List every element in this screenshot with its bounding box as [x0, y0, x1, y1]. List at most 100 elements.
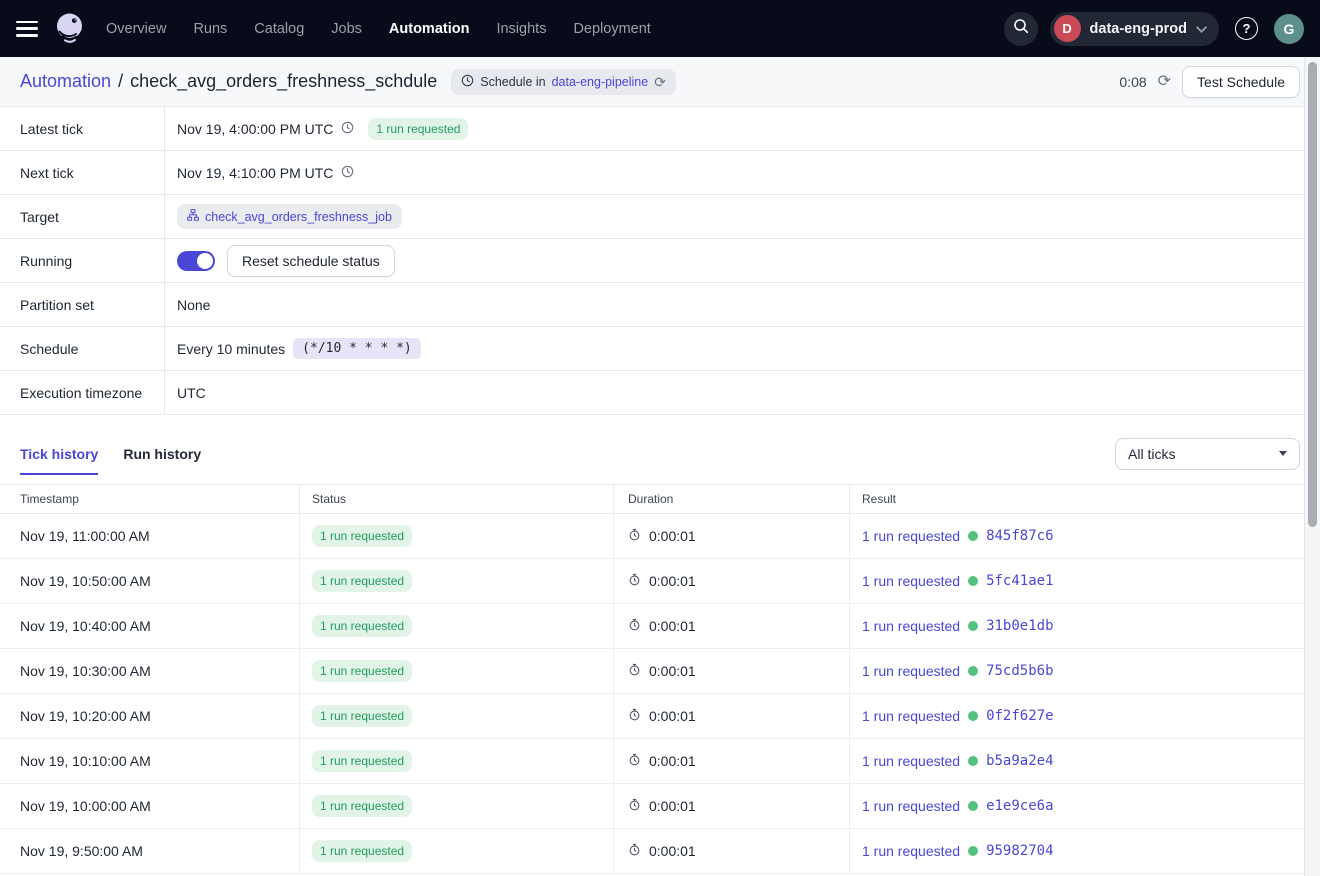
workspace-name: data-eng-prod — [1090, 21, 1187, 37]
job-graph-icon — [187, 209, 199, 224]
schedule-description: Every 10 minutes — [177, 341, 285, 357]
search-icon — [1012, 17, 1030, 40]
run-id-link[interactable]: e1e9ce6a — [986, 798, 1053, 814]
run-success-dot-icon — [968, 846, 978, 856]
menu-icon[interactable] — [16, 21, 38, 37]
run-requested-link[interactable]: 1 run requested — [862, 843, 960, 859]
detail-row-schedule: Schedule Every 10 minutes (*/10 * * * *) — [0, 327, 1320, 371]
detail-row-target: Target check_avg_orders_freshness_job — [0, 195, 1320, 239]
help-icon[interactable]: ? — [1235, 17, 1258, 40]
run-id-link[interactable]: 95982704 — [986, 843, 1053, 859]
nav-links: Overview Runs Catalog Jobs Automation In… — [106, 21, 651, 37]
run-success-dot-icon — [968, 711, 978, 721]
table-row: Nov 19, 10:50:00 AM 1 run requested 0:00… — [0, 559, 1304, 604]
tick-status-badge: 1 run requested — [312, 525, 412, 547]
tick-timestamp: Nov 19, 11:00:00 AM — [20, 528, 150, 544]
workspace-switcher[interactable]: D data-eng-prod — [1050, 12, 1219, 46]
nav-item-automation[interactable]: Automation — [389, 21, 470, 37]
tick-duration: 0:00:01 — [649, 798, 696, 814]
nav-right-group: D data-eng-prod ? G — [1004, 12, 1304, 46]
stopwatch-icon — [628, 753, 641, 769]
tick-duration: 0:00:01 — [649, 663, 696, 679]
clock-icon — [341, 165, 354, 181]
run-id-link[interactable]: 0f2f627e — [986, 708, 1053, 724]
latest-tick-time: Nov 19, 4:00:00 PM UTC — [177, 121, 333, 137]
stopwatch-icon — [628, 528, 641, 544]
page-title: check_avg_orders_freshness_schdule — [130, 71, 437, 92]
chevron-down-icon — [1196, 20, 1207, 38]
latest-tick-status-badge: 1 run requested — [368, 118, 468, 140]
schedule-location-badge: Schedule in data-eng-pipeline ⟳ — [451, 69, 676, 95]
detail-row-partition-set: Partition set None — [0, 283, 1320, 327]
tick-duration: 0:00:01 — [649, 618, 696, 634]
run-id-link[interactable]: b5a9a2e4 — [986, 753, 1053, 769]
schedule-label: Schedule — [0, 327, 165, 370]
search-button[interactable] — [1004, 12, 1038, 46]
nav-item-overview[interactable]: Overview — [106, 21, 166, 37]
table-row: Nov 19, 10:30:00 AM 1 run requested 0:00… — [0, 649, 1304, 694]
run-success-dot-icon — [968, 756, 978, 766]
stopwatch-icon — [628, 843, 641, 859]
running-toggle[interactable] — [177, 251, 215, 271]
col-header-result: Result — [850, 485, 1304, 513]
run-id-link[interactable]: 5fc41ae1 — [986, 573, 1053, 589]
caret-down-icon — [1279, 451, 1287, 456]
top-nav: Overview Runs Catalog Jobs Automation In… — [0, 0, 1320, 57]
next-tick-time: Nov 19, 4:10:00 PM UTC — [177, 165, 333, 181]
tick-status-badge: 1 run requested — [312, 795, 412, 817]
nav-item-jobs[interactable]: Jobs — [331, 21, 362, 37]
run-requested-link[interactable]: 1 run requested — [862, 573, 960, 589]
run-requested-link[interactable]: 1 run requested — [862, 618, 960, 634]
scrollbar-track[interactable] — [1304, 58, 1320, 876]
tick-status-badge: 1 run requested — [312, 660, 412, 682]
run-requested-link[interactable]: 1 run requested — [862, 753, 960, 769]
tab-tick-history[interactable]: Tick history — [20, 446, 98, 475]
running-label: Running — [0, 239, 165, 282]
tick-duration: 0:00:01 — [649, 528, 696, 544]
tick-timestamp: Nov 19, 10:10:00 AM — [20, 753, 151, 769]
partition-set-value: None — [177, 297, 210, 313]
stopwatch-icon — [628, 708, 641, 724]
latest-tick-label: Latest tick — [0, 107, 165, 150]
scrollbar-thumb[interactable] — [1308, 62, 1317, 527]
run-success-dot-icon — [968, 621, 978, 631]
target-label: Target — [0, 195, 165, 238]
run-requested-link[interactable]: 1 run requested — [862, 798, 960, 814]
repo-link[interactable]: data-eng-pipeline — [552, 75, 649, 89]
badge-prefix: Schedule in — [480, 75, 545, 89]
table-row: Nov 19, 11:00:00 AM 1 run requested 0:00… — [0, 514, 1304, 559]
reload-repo-icon[interactable]: ⟳ — [654, 75, 666, 89]
run-id-link[interactable]: 75cd5b6b — [986, 663, 1053, 679]
detail-row-timezone: Execution timezone UTC — [0, 371, 1320, 415]
nav-item-insights[interactable]: Insights — [496, 21, 546, 37]
table-row: Nov 19, 10:00:00 AM 1 run requested 0:00… — [0, 784, 1304, 829]
stopwatch-icon — [628, 798, 641, 814]
dagster-logo-icon[interactable] — [52, 11, 88, 47]
tick-duration: 0:00:01 — [649, 843, 696, 859]
nav-item-deployment[interactable]: Deployment — [573, 21, 650, 37]
run-success-dot-icon — [968, 531, 978, 541]
schedule-details: Latest tick Nov 19, 4:00:00 PM UTC 1 run… — [0, 107, 1320, 415]
test-schedule-button[interactable]: Test Schedule — [1182, 66, 1300, 98]
page-header: Automation / check_avg_orders_freshness_… — [0, 57, 1320, 107]
tick-duration: 0:00:01 — [649, 753, 696, 769]
breadcrumb-automation-link[interactable]: Automation — [20, 71, 111, 92]
run-success-dot-icon — [968, 666, 978, 676]
user-avatar[interactable]: G — [1274, 14, 1304, 44]
reset-schedule-status-button[interactable]: Reset schedule status — [227, 245, 395, 277]
refresh-countdown: 0:08 — [1119, 74, 1146, 90]
tab-run-history[interactable]: Run history — [123, 446, 201, 475]
tick-filter-select[interactable]: All ticks — [1115, 438, 1300, 470]
run-requested-link[interactable]: 1 run requested — [862, 708, 960, 724]
col-header-duration: Duration — [614, 485, 850, 513]
nav-item-runs[interactable]: Runs — [193, 21, 227, 37]
refresh-icon[interactable]: ⟳ — [1158, 74, 1171, 90]
tick-timestamp: Nov 19, 10:30:00 AM — [20, 663, 151, 679]
run-id-link[interactable]: 31b0e1db — [986, 618, 1053, 634]
nav-item-catalog[interactable]: Catalog — [254, 21, 304, 37]
tick-timestamp: Nov 19, 10:40:00 AM — [20, 618, 151, 634]
run-id-link[interactable]: 845f87c6 — [986, 528, 1053, 544]
run-requested-link[interactable]: 1 run requested — [862, 663, 960, 679]
run-requested-link[interactable]: 1 run requested — [862, 528, 960, 544]
target-job-pill[interactable]: check_avg_orders_freshness_job — [177, 204, 402, 229]
